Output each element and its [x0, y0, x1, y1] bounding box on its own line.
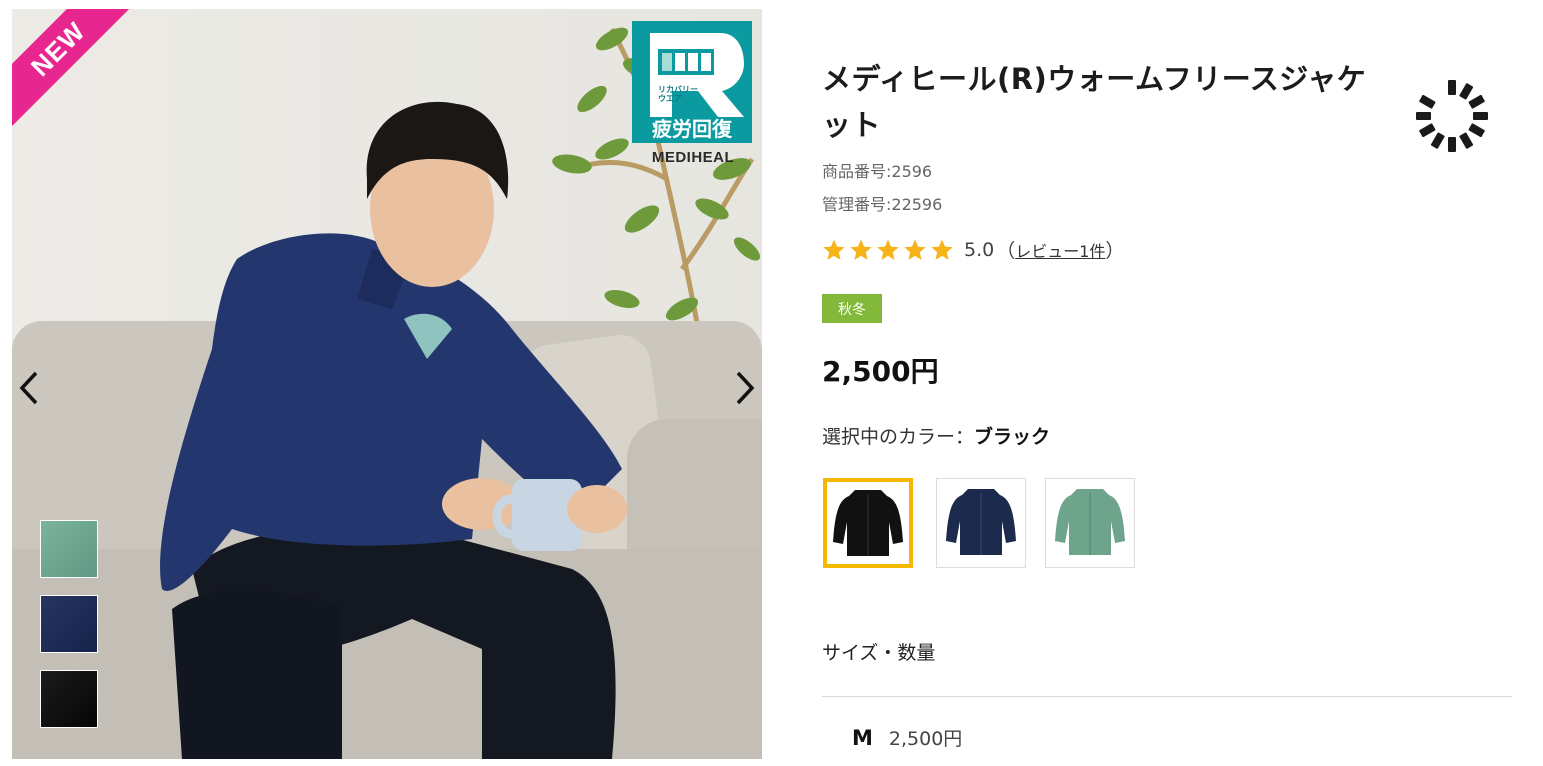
size-option-row[interactable]: M 2,500円 [852, 724, 962, 751]
selected-color-line: 選択中のカラー：ブラック [822, 422, 1050, 449]
size-label: M [852, 726, 873, 750]
divider [822, 696, 1512, 697]
thumbnail-green[interactable] [40, 520, 98, 578]
jacket-green-image [1055, 489, 1125, 555]
mediheal-logo: MEDIHEAL [651, 149, 735, 166]
gallery-next-button[interactable] [728, 367, 760, 409]
rating-value: 5.0 [964, 238, 995, 261]
product-main-image: NEW リカバリー ウエア 疲労回復 MEDIHEAL [12, 9, 762, 759]
thumbnail-navy[interactable] [40, 595, 98, 653]
product-price: 2,500円 [822, 355, 939, 388]
loading-spinner-icon [1416, 80, 1488, 152]
color-swatch-green[interactable] [1045, 478, 1135, 568]
size-price: 2,500円 [888, 728, 963, 750]
color-swatch-black[interactable] [823, 478, 913, 568]
review-open-paren: （ [996, 240, 1016, 262]
jacket-navy-image [946, 489, 1016, 555]
thumbnail-black[interactable] [40, 670, 98, 728]
star-icon [850, 239, 872, 260]
review-close-paren: ） [1105, 240, 1125, 262]
color-swatch-navy[interactable] [936, 478, 1026, 568]
star-icon [877, 239, 899, 260]
star-rating [822, 238, 954, 262]
chevron-right-icon [736, 371, 755, 405]
recovery-label: 疲労回復 [652, 117, 732, 141]
selected-color-name: ブラック [974, 426, 1051, 448]
star-icon [931, 239, 953, 260]
review-count-link[interactable]: レビュー1件 [1015, 238, 1105, 262]
recovery-subtitle: リカバリー ウエア [658, 85, 698, 103]
season-tag: 秋冬 [822, 294, 882, 323]
star-icon [823, 239, 845, 260]
jacket-black-image [833, 490, 903, 556]
gallery-thumbnails [40, 520, 100, 745]
color-label: 選択中のカラー： [822, 426, 975, 448]
rating-summary: 5.0 （ レビュー1件 ） [822, 236, 1124, 263]
chevron-left-icon [19, 371, 38, 405]
product-number: 商品番号:2596 [822, 162, 933, 181]
management-number: 管理番号:22596 [822, 195, 943, 214]
recovery-wear-badge: リカバリー ウエア 疲労回復 [632, 21, 752, 143]
size-quantity-heading: サイズ・数量 [822, 642, 936, 664]
star-icon [904, 239, 926, 260]
gallery-prev-button[interactable] [14, 367, 46, 409]
favorite-loading-button[interactable] [1414, 78, 1490, 154]
product-title: メディヒール(R)ウォームフリースジャケット [822, 62, 1367, 142]
